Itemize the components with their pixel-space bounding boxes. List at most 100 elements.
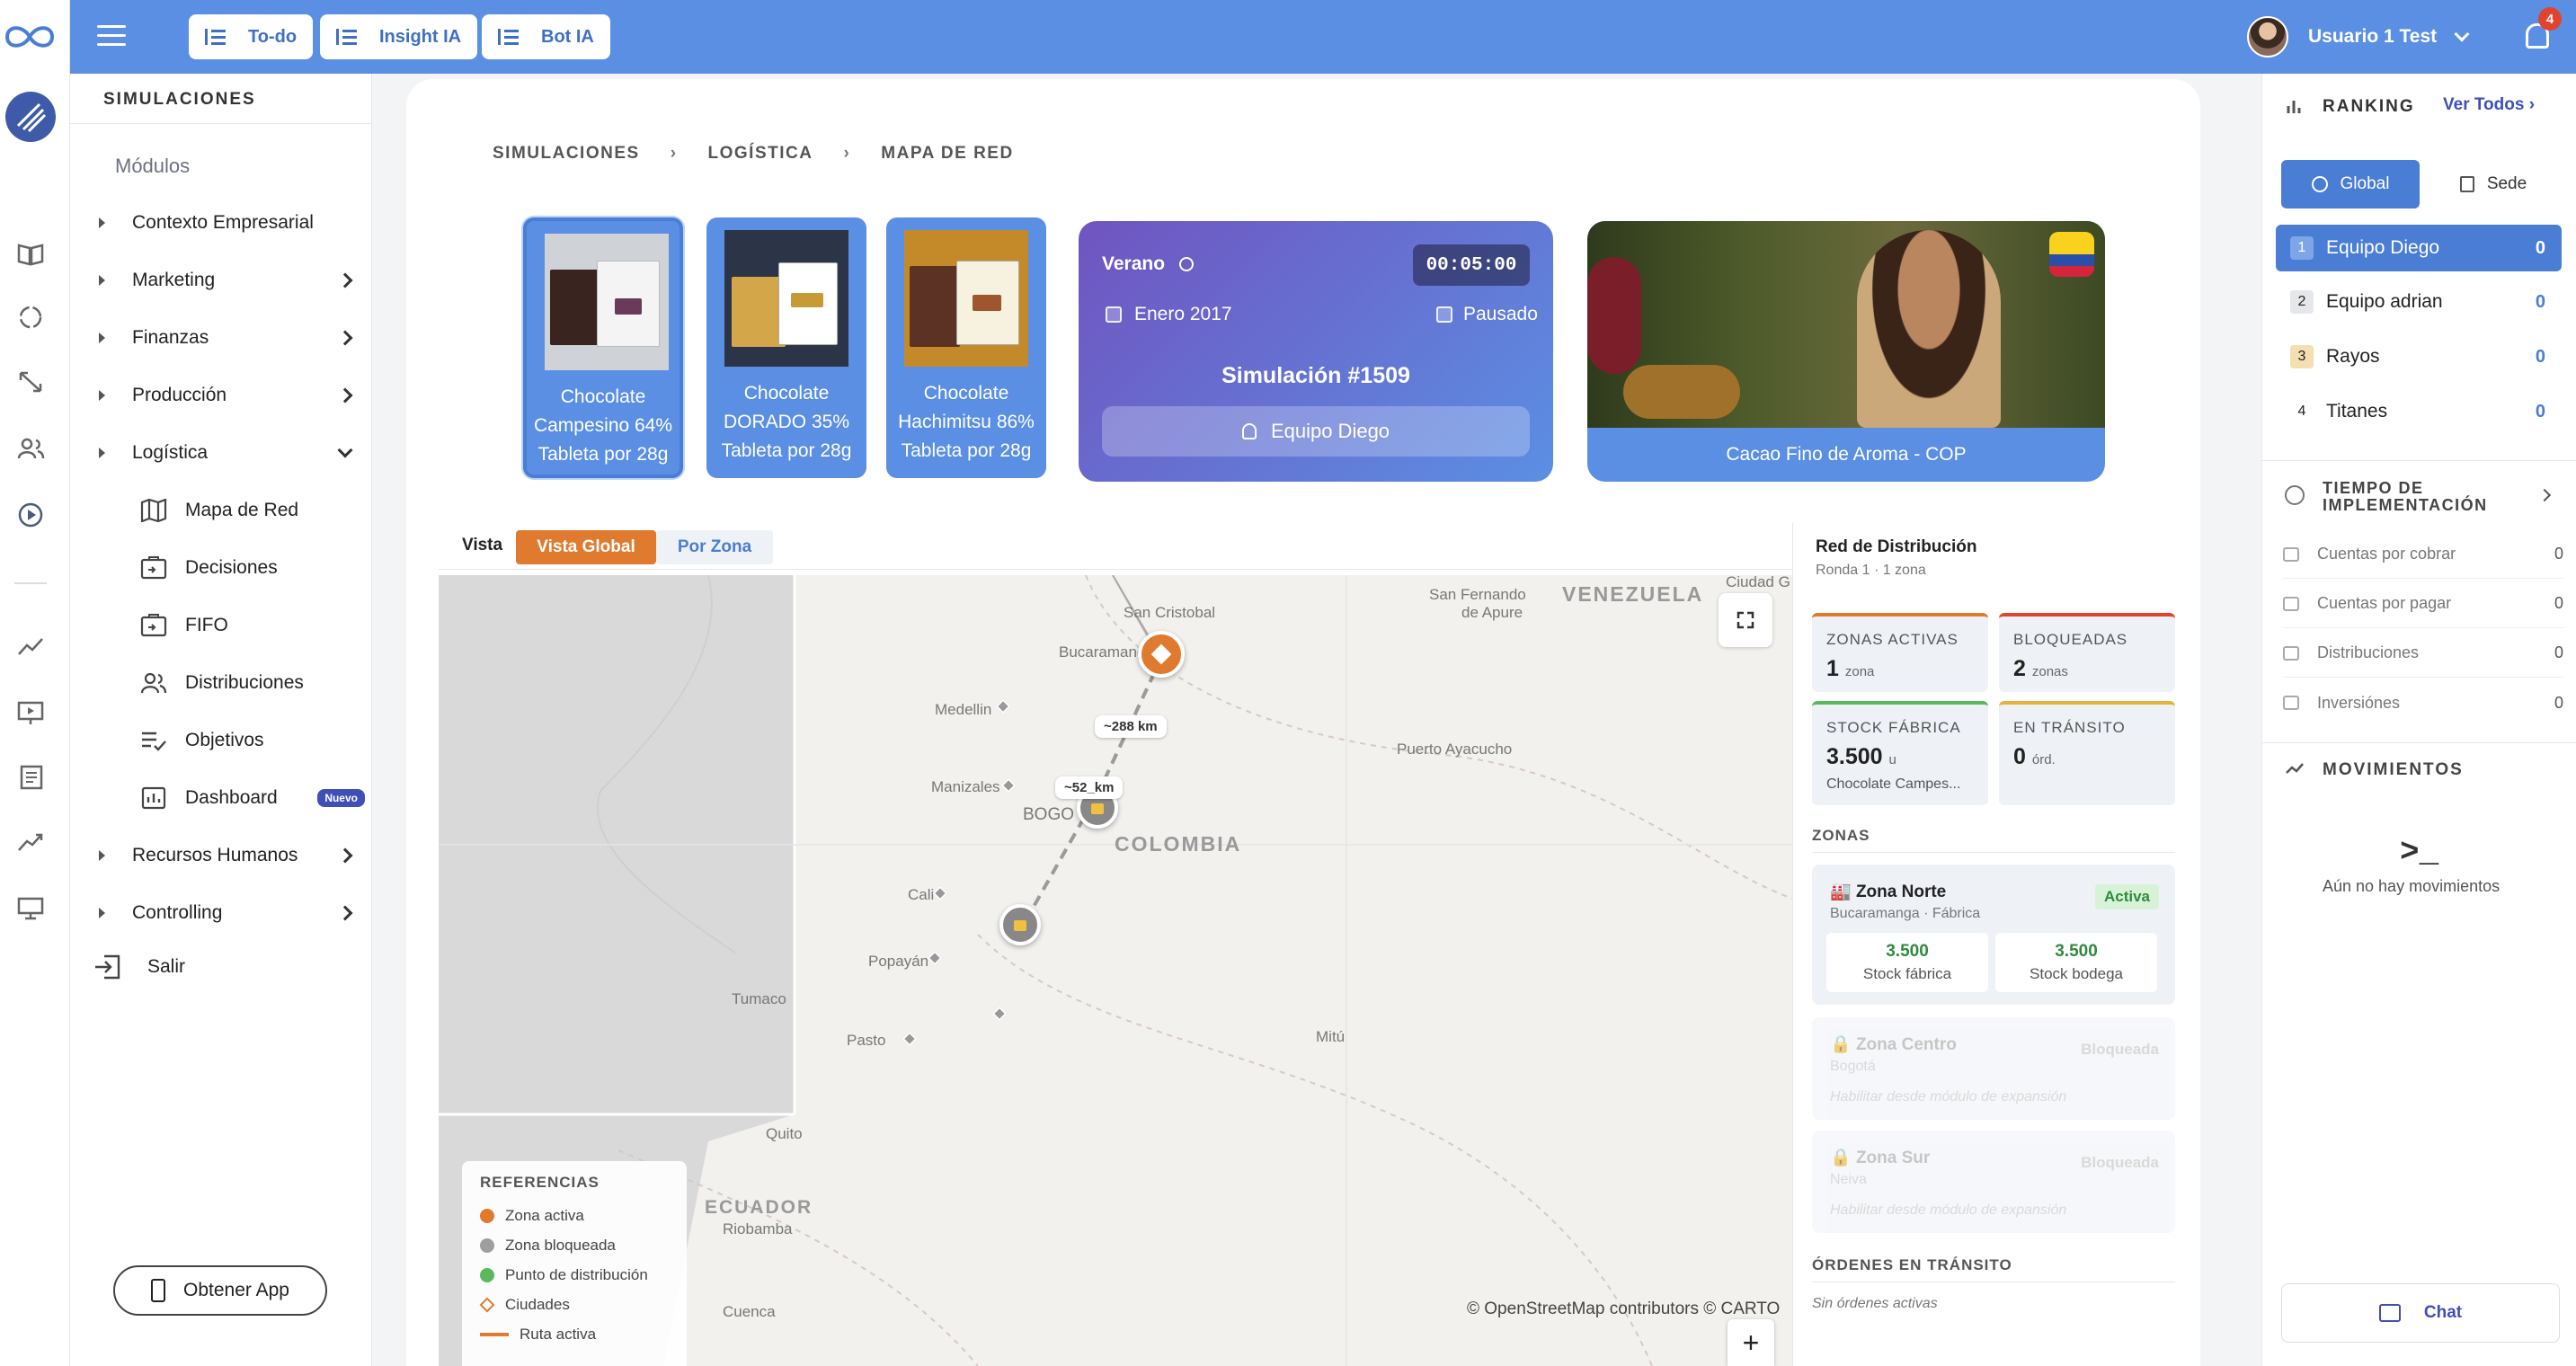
sidebar-subitem-distribuciones[interactable]: Distribuciones: [140, 665, 365, 701]
sidebar-subitem-fifo[interactable]: FIFO: [140, 608, 365, 643]
zone-card-sur[interactable]: 🔒 Zona Sur Neiva Bloqueada Habilitar des…: [1812, 1131, 2175, 1233]
ranking-row[interactable]: 1 Equipo Diego 0: [2276, 225, 2562, 271]
building-icon: [2459, 176, 2474, 192]
monitor-icon[interactable]: [16, 895, 45, 922]
zone-note: Habilitar desde módulo de expansión: [1830, 1089, 2067, 1104]
map-attribution[interactable]: © OpenStreetMap contributors © CARTO: [1467, 1299, 1780, 1319]
product-card-dorado[interactable]: Chocolate DORADO 35% Tableta por 28g: [706, 217, 866, 478]
dot-icon: [480, 1267, 494, 1282]
breadcrumb: SIMULACIONES › LOGÍSTICA › MAPA DE RED: [493, 144, 1014, 164]
hamburger-menu-icon[interactable]: [97, 25, 126, 49]
product-card-campesino[interactable]: Chocolate Campesino 64% Tableta por 28g: [523, 217, 683, 478]
terminal-icon: >_: [2400, 834, 2439, 871]
zone-card-centro[interactable]: 🔒 Zona Centro Bogotá Bloqueada Habilitar…: [1812, 1017, 2175, 1120]
network-subtitle: Ronda 1 · 1 zona: [1816, 563, 1926, 578]
sidebar-item-produccion[interactable]: Producción: [99, 377, 360, 413]
ranking-row[interactable]: 4 Titanes 0: [2276, 388, 2562, 435]
city-label: Medellin: [935, 701, 992, 718]
sidebar-item-recursos-humanos[interactable]: Recursos Humanos: [99, 838, 360, 874]
see-all-link[interactable]: Ver Todos ›: [2443, 95, 2535, 115]
new-badge: Nuevo: [317, 789, 365, 807]
country-label: VENEZUELA: [1562, 582, 1704, 606]
implementation-title[interactable]: TIEMPO DE IMPLEMENTACIÓN: [2323, 480, 2511, 514]
view-label: Vista: [462, 536, 503, 554]
sidebar-subitem-mapa-de-red[interactable]: Mapa de Red: [140, 492, 365, 528]
product-size: Tableta por 28g: [901, 440, 1032, 461]
sidebar-item-contexto[interactable]: Contexto Empresarial: [99, 205, 360, 241]
factory-icon: 🏭: [1830, 883, 1852, 901]
legend-item: Ruta activa: [480, 1319, 669, 1349]
locked-zone-marker[interactable]: [999, 904, 1041, 945]
zone-city: Bucaramanga · Fábrica: [1830, 906, 1981, 921]
simulation-date: Enero 2017: [1134, 304, 1232, 324]
chat-button[interactable]: Chat: [2281, 1283, 2560, 1343]
list-icon: [498, 29, 519, 45]
stat-factory-stock: STOCK FÁBRICA 3.500 u Chocolate Campes..…: [1812, 701, 1988, 805]
breadcrumb-item[interactable]: SIMULACIONES: [493, 144, 640, 164]
lock-icon: 🔒: [1830, 1149, 1852, 1167]
logout-button[interactable]: Salir: [93, 954, 185, 980]
sidebar-subitem-decisiones[interactable]: Decisiones: [140, 550, 365, 586]
view-global-toggle[interactable]: Vista Global: [516, 530, 656, 564]
checklist-icon: [142, 732, 166, 751]
sidebar-item-logistica[interactable]: Logística: [99, 435, 360, 471]
product-origin-card: Cacao Fino de Aroma - COP: [1587, 221, 2105, 482]
divider: [2261, 742, 2576, 743]
dot-icon: [480, 1208, 494, 1223]
zoom-in-button[interactable]: +: [1728, 1319, 1774, 1366]
network-map[interactable]: San Cristobal Bucaramanga Medellin Maniz…: [439, 575, 1792, 1366]
sidebar-item-finanzas[interactable]: Finanzas: [99, 320, 360, 356]
active-zone-marker[interactable]: [1138, 631, 1185, 678]
zone-name: Zona Sur: [1855, 1149, 1931, 1167]
ranking-row[interactable]: 3 Rayos 0: [2276, 333, 2562, 380]
insight-ia-button[interactable]: Insight IA: [320, 14, 478, 59]
sidebar-item-controlling[interactable]: Controlling: [99, 895, 360, 931]
users-icon[interactable]: [16, 435, 45, 462]
trend-icon: [2283, 696, 2299, 710]
org-logo-icon[interactable]: [4, 90, 58, 144]
stock-warehouse-box: 3.500 Stock bodega: [1995, 933, 2157, 992]
presentation-icon[interactable]: [16, 699, 45, 726]
stock-factory-box: 3.500 Stock fábrica: [1826, 933, 1988, 992]
stat-in-transit: EN TRÁNSITO 0 órd.: [1999, 701, 2175, 805]
play-circle-icon[interactable]: [16, 501, 45, 528]
document-list-icon[interactable]: [16, 764, 45, 791]
decisions-icon: [140, 556, 167, 580]
lock-icon: 🔒: [1830, 1035, 1852, 1054]
growth-icon[interactable]: [16, 829, 45, 856]
bot-ia-button[interactable]: Bot IA: [482, 14, 610, 59]
product-variant: Campesino 64%: [533, 415, 673, 436]
ranking-row[interactable]: 2 Equipo adrian 0: [2276, 279, 2562, 325]
ranking-tab-sede[interactable]: Sede: [2427, 160, 2560, 208]
user-name: Usuario 1 Test: [2308, 26, 2438, 47]
sidebar-subitem-dashboard[interactable]: Dashboard Nuevo: [140, 780, 365, 816]
team-button[interactable]: Equipo Diego: [1102, 406, 1530, 457]
ranking-tab-global[interactable]: Global: [2281, 160, 2420, 208]
colombia-flag-icon: [2049, 232, 2094, 277]
fullscreen-button[interactable]: [1719, 593, 1772, 647]
todo-button[interactable]: To-do: [189, 14, 314, 59]
country-label: COLOMBIA: [1115, 832, 1242, 856]
view-by-zone-toggle[interactable]: Por Zona: [656, 530, 773, 564]
product-variant: DORADO 35%: [723, 412, 850, 432]
user-menu[interactable]: Usuario 1 Test: [2247, 14, 2470, 59]
trend-line-icon[interactable]: [16, 633, 45, 660]
simulation-status: Pausado: [1463, 304, 1538, 324]
cycle-icon[interactable]: [16, 304, 45, 331]
chevron-right-icon: [337, 847, 353, 864]
sidebar-item-marketing[interactable]: Marketing: [99, 262, 360, 298]
caret-right-icon: [99, 390, 105, 401]
sidebar-subitem-objetivos[interactable]: Objetivos: [140, 723, 365, 758]
line-icon: [480, 1332, 509, 1336]
product-card-hachimitsu[interactable]: Chocolate Hachimitsu 86% Tableta por 28g: [886, 217, 1046, 478]
caret-right-icon: [99, 333, 105, 343]
zones-heading: ZONAS: [1812, 827, 1870, 844]
book-icon[interactable]: [16, 241, 45, 268]
get-app-button[interactable]: Obtener App: [113, 1265, 327, 1316]
expand-arrows-icon[interactable]: [16, 368, 45, 395]
zone-card-norte[interactable]: 🏭 Zona Norte Bucaramanga · Fábrica Activ…: [1812, 865, 2175, 1005]
breadcrumb-item[interactable]: LOGÍSTICA: [708, 144, 813, 164]
product-image: [724, 230, 848, 367]
city-label: San Cristobal: [1124, 604, 1216, 621]
zone-note: Habilitar desde módulo de expansión: [1830, 1202, 2067, 1218]
